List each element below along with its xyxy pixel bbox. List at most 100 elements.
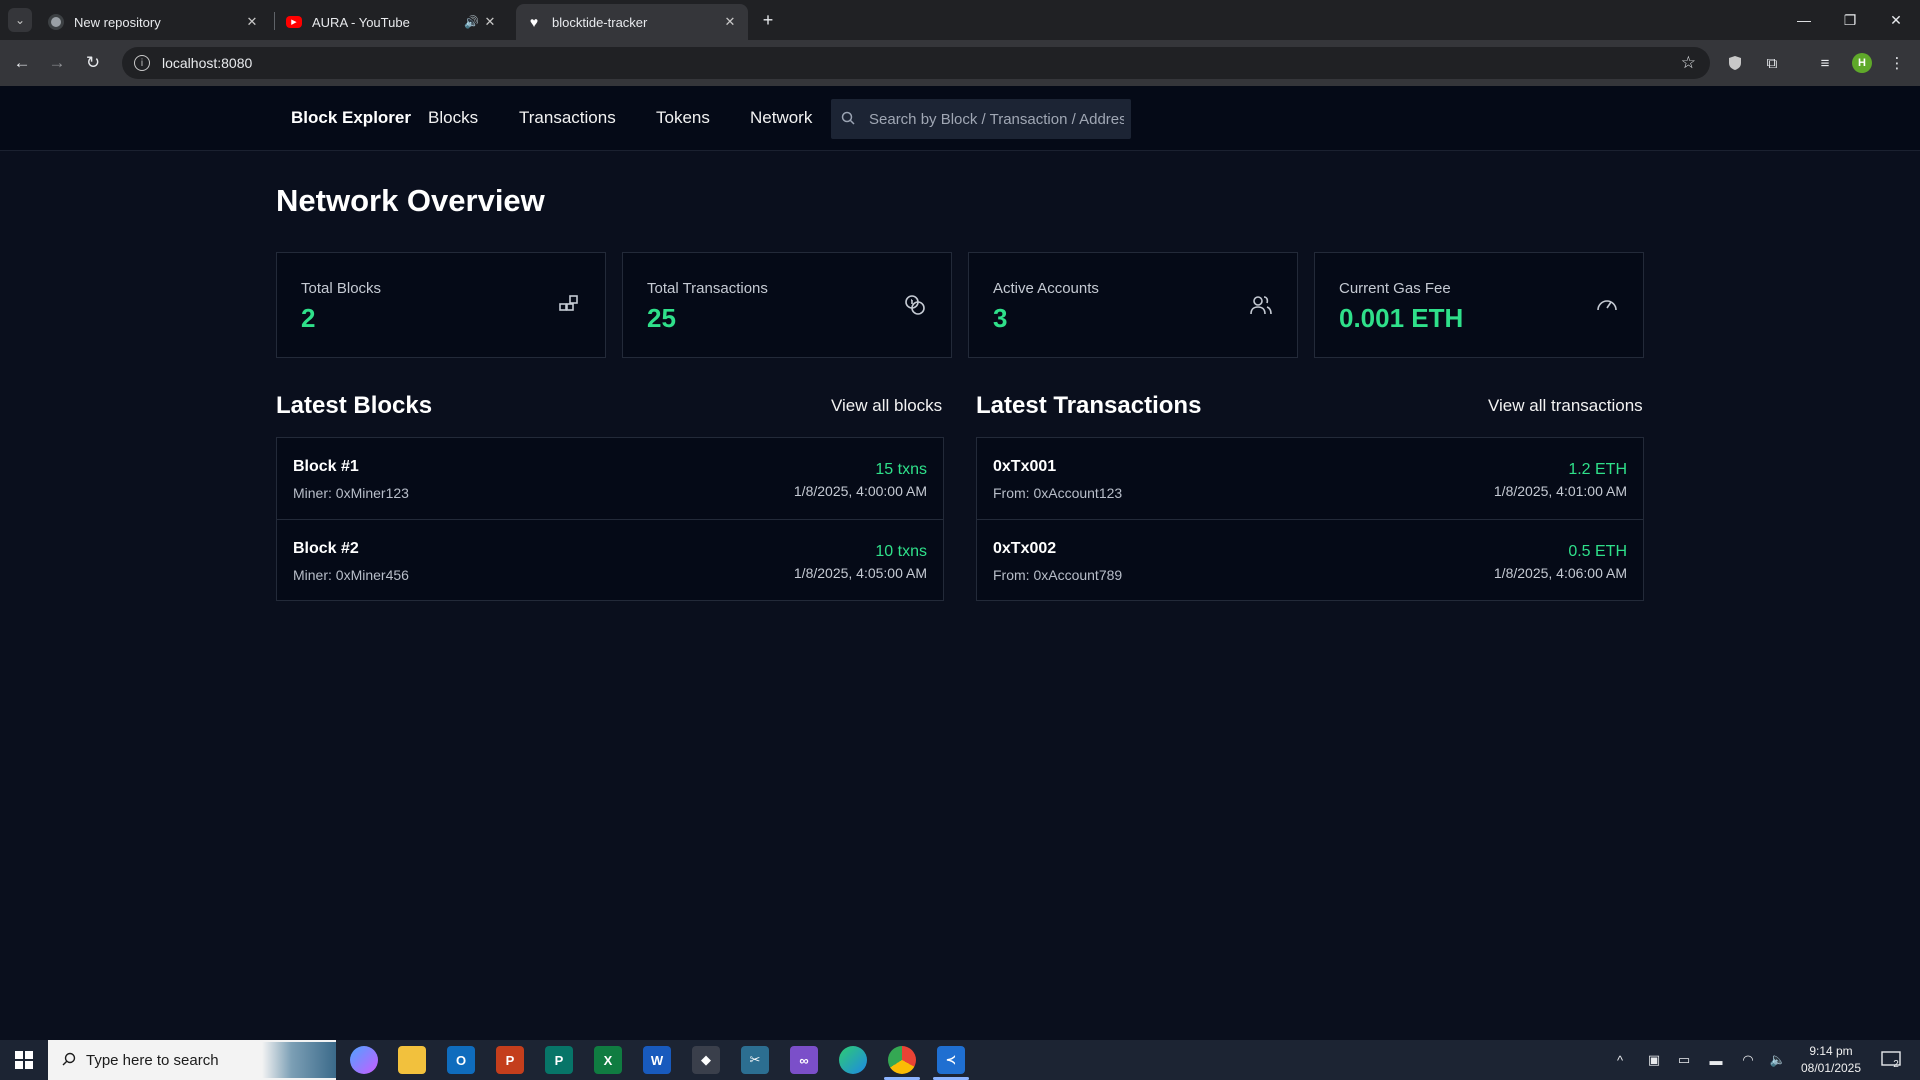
stat-value: 2 [301,303,316,333]
back-button[interactable]: ← [7,48,37,78]
tab-search-button[interactable]: ⌄ [8,8,32,32]
heart-icon: ♥ [529,14,539,30]
view-all-transactions-link[interactable]: View all transactions [1488,396,1643,416]
forward-button[interactable]: → [42,48,72,78]
transaction-row[interactable]: 0xTx001 From: 0xAccount123 1.2 ETH 1/8/2… [977,438,1643,519]
coins-icon [905,295,925,315]
block-timestamp: 1/8/2025, 4:05:00 AM [793,565,927,581]
transaction-hash[interactable]: 0xTx001 [993,458,1056,476]
minimize-button[interactable]: — [1781,0,1827,40]
block-row[interactable]: Block #1 Miner: 0xMiner123 15 txns 1/8/2… [277,438,943,519]
stat-card-gas-fee: Current Gas Fee 0.001 ETH [1314,252,1644,358]
block-miner: Miner: 0xMiner456 [293,567,409,583]
search-box [831,99,1131,139]
stat-value: 3 [993,303,1008,333]
notification-center-icon[interactable]: 2 [1872,1040,1908,1080]
tab-blocktide-tracker[interactable]: ♥ blocktide-tracker ✕ [516,4,748,40]
latest-transactions-list: 0xTx001 From: 0xAccount123 1.2 ETH 1/8/2… [976,437,1644,601]
tab-youtube[interactable]: ▶ AURA - YouTube 🔊 ✕ [276,4,508,40]
profile-avatar[interactable]: H [1852,53,1872,73]
transaction-timestamp: 1/8/2025, 4:06:00 AM [1493,565,1627,581]
shield-extension-icon[interactable] [1724,52,1746,74]
media-control-icon[interactable]: ≡ [1814,52,1836,74]
stat-label: Active Accounts [993,280,1099,297]
stat-card-total-transactions: Total Transactions 25 [622,252,952,358]
nav-link-transactions[interactable]: Transactions [519,108,616,128]
volume-icon[interactable]: 🔈 [1766,1040,1790,1080]
clock-date: 08/01/2025 [1800,1061,1862,1075]
meet-now-icon[interactable]: ▣ [1642,1040,1666,1080]
transaction-row[interactable]: 0xTx002 From: 0xAccount789 0.5 ETH 1/8/2… [977,519,1643,600]
tab-new-repository[interactable]: New repository ✕ [38,4,270,40]
battery-icon[interactable]: ▬ [1704,1040,1728,1080]
extensions-puzzle-icon[interactable]: ⧉ [1761,52,1783,74]
publisher-icon[interactable]: P [545,1046,573,1074]
site-info-icon[interactable]: i [134,55,150,71]
taskbar-search-box[interactable]: Type here to search [48,1040,336,1080]
tab-title: New repository [74,14,161,30]
block-name[interactable]: Block #2 [293,540,359,558]
screen-icon[interactable]: ▭ [1672,1040,1696,1080]
word-icon[interactable]: W [643,1046,671,1074]
close-tab-icon[interactable]: ✕ [244,14,260,30]
nav-link-blocks[interactable]: Blocks [428,108,478,128]
block-txn-count: 15 txns [875,461,927,478]
brand-logo-text[interactable]: Block Explorer [291,108,411,128]
transaction-timestamp: 1/8/2025, 4:01:00 AM [1493,483,1627,499]
url-text: localhost:8080 [162,55,253,71]
reload-button[interactable]: ↻ [78,48,108,78]
taskbar-clock[interactable]: 9:14 pm 08/01/2025 [1798,1043,1864,1077]
stat-label: Total Blocks [301,280,382,297]
windows-start-icon[interactable] [0,1040,48,1080]
youtube-icon: ▶ [286,16,302,28]
chrome-icon[interactable] [884,1046,920,1080]
browser-tab-strip: ⌄ New repository ✕ ▶ AURA - YouTube 🔊 ✕ … [0,0,1920,40]
app-navbar: Block Explorer Blocks Transactions Token… [0,86,1920,151]
transaction-amount: 1.2 ETH [1568,461,1627,478]
visual-studio-icon[interactable]: ∞ [790,1046,818,1074]
snipping-tool-icon[interactable]: ✂ [741,1046,769,1074]
close-window-button[interactable]: ✕ [1873,0,1919,40]
tab-title: blocktide-tracker [552,14,648,30]
wifi-icon[interactable]: ◠ [1736,1040,1760,1080]
nav-link-tokens[interactable]: Tokens [656,108,710,128]
powerpoint-icon[interactable]: P [496,1046,524,1074]
vscode-icon[interactable]: ≺ [933,1046,969,1080]
blocks-icon [559,295,578,311]
unity-icon[interactable]: ◆ [692,1046,720,1074]
close-tab-icon[interactable]: ✕ [722,14,738,30]
bookmark-star-icon[interactable]: ☆ [1681,53,1696,73]
stat-value: 25 [647,303,676,333]
nav-link-network[interactable]: Network [750,108,812,128]
edge-icon[interactable] [839,1046,867,1074]
users-icon [1250,296,1272,315]
transaction-from: From: 0xAccount789 [993,567,1123,583]
search-input[interactable] [869,110,1124,128]
page-title: Network Overview [276,183,545,218]
clock-time: 9:14 pm [1809,1044,1853,1058]
speaker-icon[interactable]: 🔊 [464,15,482,29]
excel-icon[interactable]: X [594,1046,622,1074]
block-miner: Miner: 0xMiner123 [293,485,409,501]
outlook-icon[interactable]: O [447,1046,475,1074]
tab-title: AURA - YouTube [312,14,410,30]
copilot-icon[interactable] [350,1046,378,1074]
view-all-blocks-link[interactable]: View all blocks [831,396,942,416]
search-highlight-image [262,1042,336,1078]
show-hidden-icons-chevron-icon[interactable]: ^ [1608,1040,1632,1080]
transaction-from: From: 0xAccount123 [993,485,1123,501]
block-name[interactable]: Block #1 [293,458,359,476]
taskbar-search-placeholder: Type here to search [86,1051,219,1069]
gauge-icon [1597,300,1617,311]
new-tab-button[interactable]: + [756,8,780,32]
restore-button[interactable]: ❐ [1827,0,1873,40]
notification-count-badge: 2 [1893,1058,1899,1070]
stat-value: 0.001 ETH [1339,303,1464,333]
latest-blocks-list: Block #1 Miner: 0xMiner123 15 txns 1/8/2… [276,437,944,601]
block-row[interactable]: Block #2 Miner: 0xMiner456 10 txns 1/8/2… [277,519,943,600]
transaction-hash[interactable]: 0xTx002 [993,540,1056,558]
close-tab-icon[interactable]: ✕ [482,14,498,30]
browser-menu-icon[interactable]: ⋮ [1886,52,1908,74]
address-bar[interactable]: i localhost:8080 ☆ [122,47,1710,79]
file-explorer-icon[interactable] [398,1046,426,1074]
